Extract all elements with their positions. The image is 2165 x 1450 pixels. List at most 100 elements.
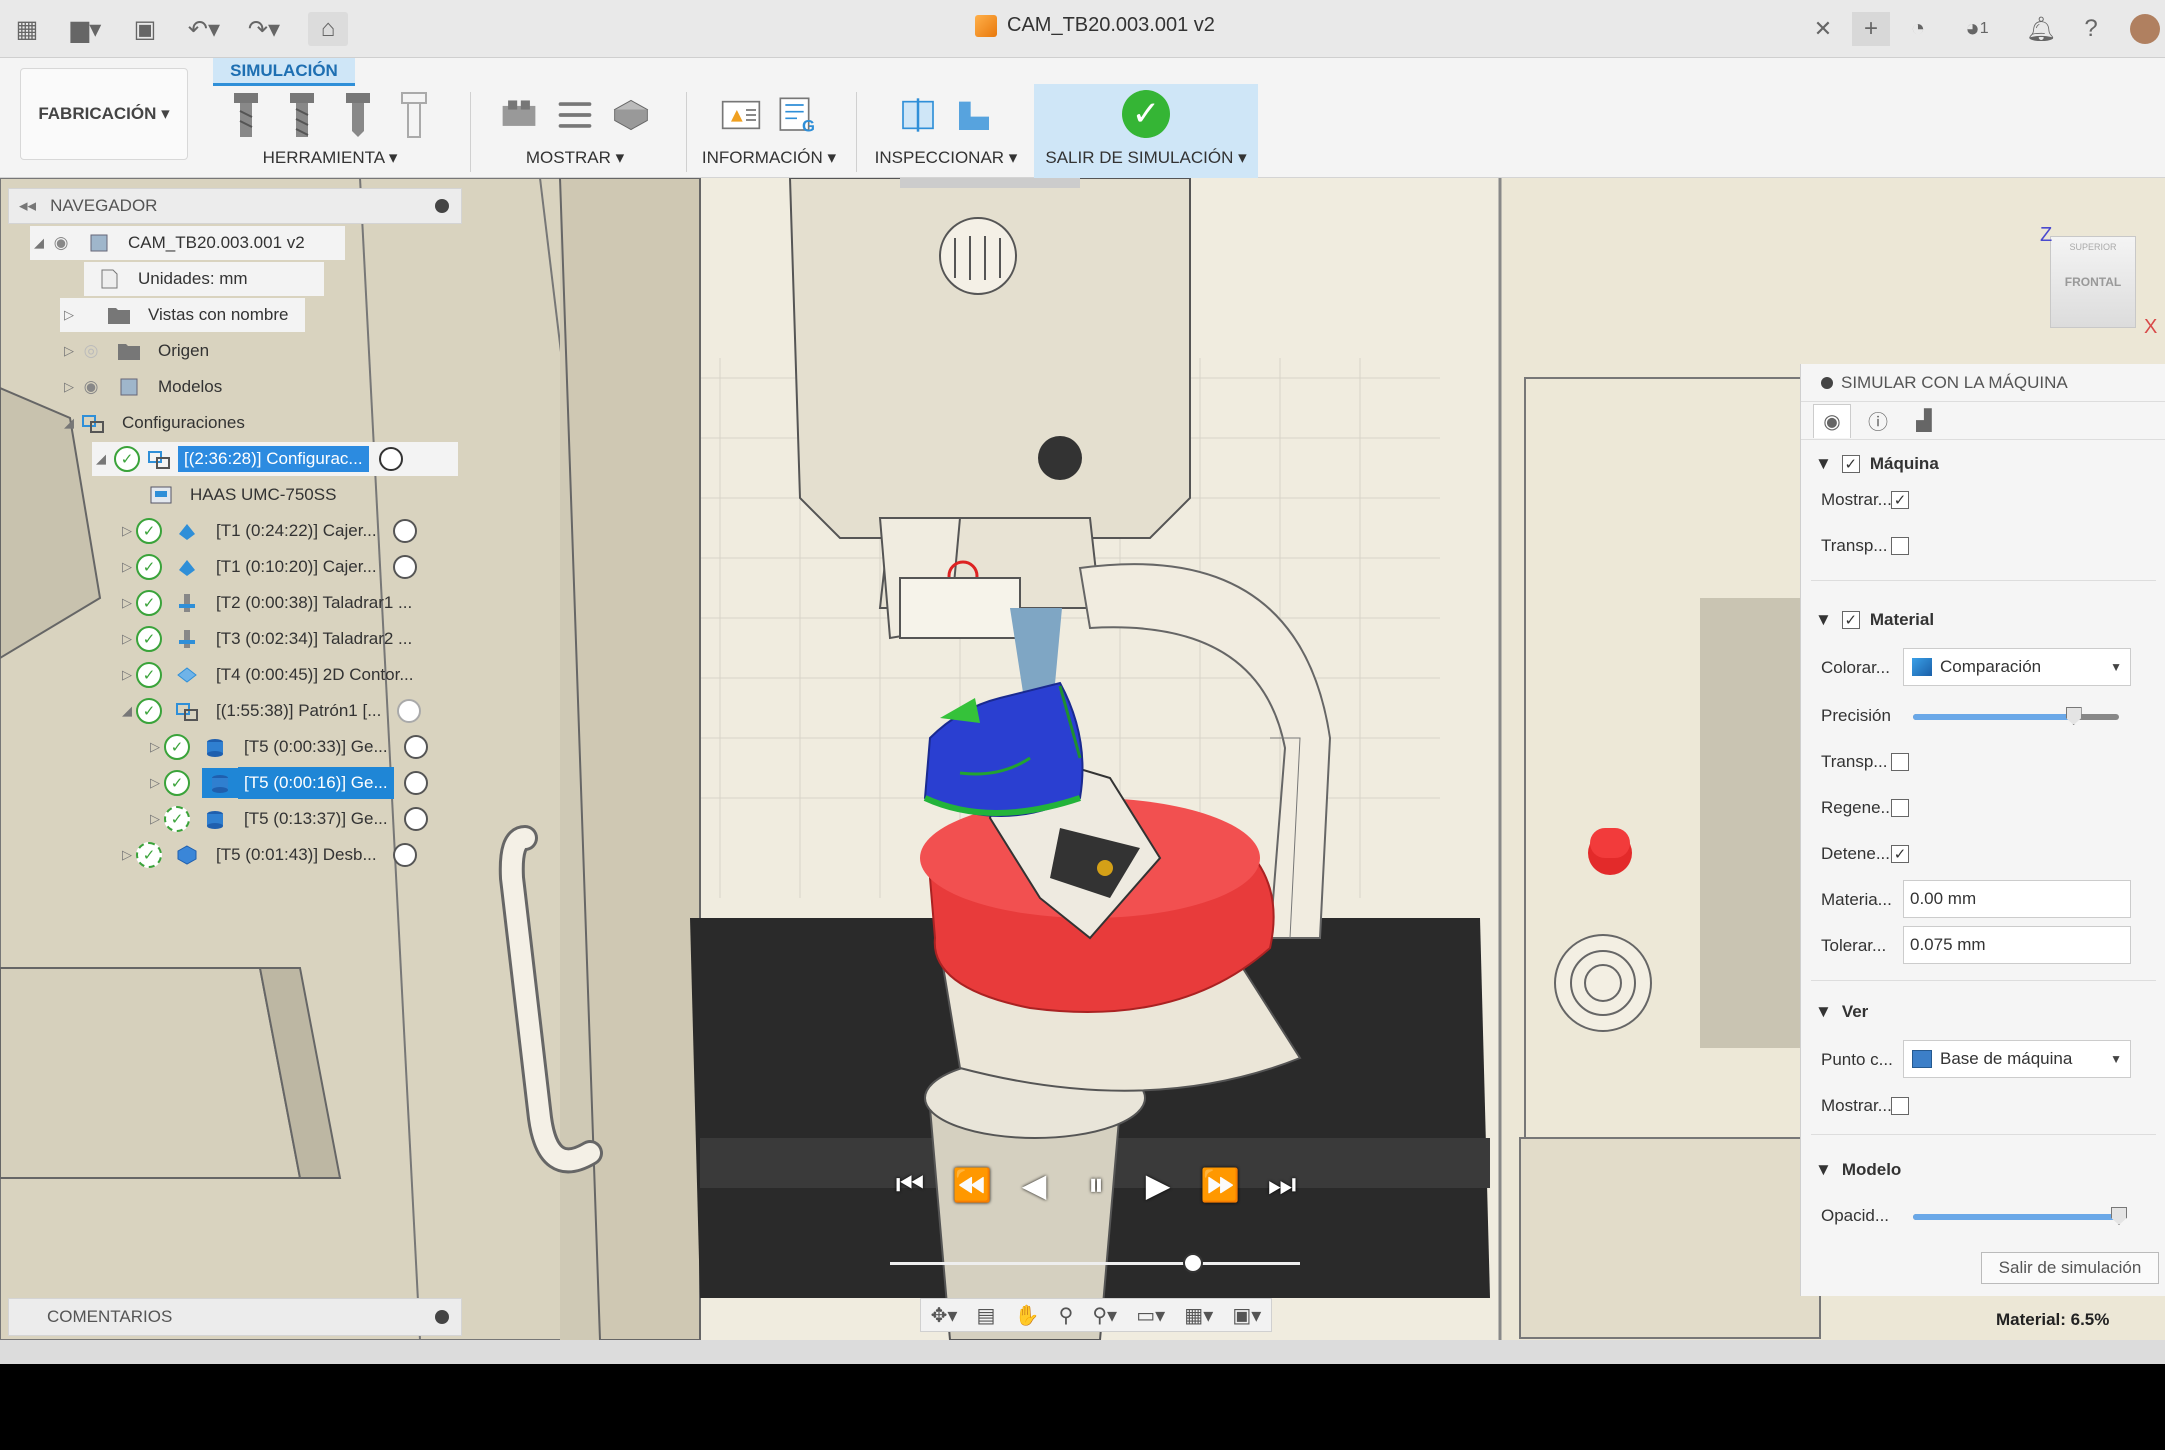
comments-pin-icon[interactable] (435, 1310, 449, 1324)
expand-triangle-icon[interactable]: ▷ (118, 595, 136, 611)
machine-show-checkbox[interactable]: ✓ (1891, 491, 1909, 509)
tool-3-icon[interactable] (338, 91, 378, 139)
material-color-select[interactable]: Comparación ▼ (1903, 648, 2131, 686)
step-forward-icon[interactable]: ⏩ (1200, 1166, 1240, 1204)
precision-slider-thumb[interactable] (2065, 707, 2082, 725)
tree-item-units[interactable]: Unidades: mm (84, 262, 324, 296)
gcode-info-icon[interactable]: G (777, 91, 817, 139)
look-at-icon[interactable]: ▤ (977, 1303, 996, 1328)
job-status-icon[interactable]: ◕ 1 (1952, 12, 2002, 46)
apps-grid-icon[interactable]: ▦ (12, 12, 42, 46)
group-label-inspeccionar[interactable]: INSPECCIONAR ▾ (866, 148, 1026, 168)
orbit-icon[interactable]: ✥▾ (931, 1303, 958, 1328)
view-point-select[interactable]: Base de máquina ▼ (1903, 1040, 2131, 1078)
tab-display-eye-icon[interactable]: ◉ (1813, 403, 1851, 438)
collapse-triangle-icon[interactable]: ◢ (118, 703, 136, 719)
tool-1-icon[interactable] (226, 91, 266, 139)
panel-pin-icon[interactable] (1821, 376, 1833, 389)
group-label-mostrar[interactable]: MOSTRAR ▾ (480, 148, 670, 168)
expand-triangle-icon[interactable]: ▷ (118, 667, 136, 683)
regenerate-checkbox[interactable] (1891, 799, 1909, 817)
section-model[interactable]: ▼ Modelo (1815, 1160, 1901, 1180)
collapse-panel-icon[interactable]: ◂◂ (19, 196, 36, 216)
tree-item-operation-t5b[interactable]: ▷ ✓ [T5 (0:00:16)] Ge... (146, 766, 454, 800)
save-icon[interactable]: ▣ (130, 12, 160, 46)
tab-statistics-icon[interactable]: ▟ (1905, 404, 1943, 438)
grid-icon[interactable]: ▦▾ (1184, 1303, 1213, 1328)
tree-item-machine[interactable]: HAAS UMC-750SS (148, 478, 358, 512)
view-cube[interactable]: FRONTAL SUPERIOR Z X (2040, 224, 2160, 344)
expand-triangle-icon[interactable]: ▷ (146, 775, 164, 791)
fit-icon[interactable]: ⚲▾ (1092, 1303, 1117, 1328)
tree-item-models[interactable]: ▷ ◉ Modelos (60, 370, 250, 404)
play-reverse-icon[interactable]: ◀ (1014, 1166, 1054, 1204)
tool-4-icon[interactable] (394, 91, 434, 139)
section-machine[interactable]: ▼ ✓ Máquina (1815, 454, 1939, 474)
active-setup-radio-icon[interactable] (378, 447, 403, 471)
step-back-icon[interactable]: ⏪ (952, 1166, 992, 1204)
group-label-herramienta[interactable]: HERRAMIENTA ▾ (210, 148, 450, 168)
visibility-eye-icon[interactable]: ◉ (48, 233, 74, 252)
undo-icon[interactable]: ↶▾ (180, 12, 228, 46)
expand-triangle-icon[interactable]: ▷ (60, 307, 78, 323)
user-avatar[interactable] (2128, 12, 2162, 46)
tree-item-operation-t2[interactable]: ▷ ✓ [T2 (0:00:38)] Taladrar1 ... (118, 586, 454, 620)
display-settings-icon[interactable]: ▭▾ (1136, 1303, 1165, 1328)
tab-simulacion[interactable]: SIMULACIÓN (213, 58, 355, 86)
visibility-eye-icon[interactable]: ◉ (78, 377, 104, 396)
section-material[interactable]: ▼ ✓ Material (1815, 610, 1934, 630)
tree-item-pattern[interactable]: ◢ ✓ [(1:55:38)] Patrón1 [... (118, 694, 454, 728)
viewports-icon[interactable]: ▣▾ (1232, 1303, 1261, 1328)
collapse-triangle-icon[interactable]: ◢ (92, 451, 110, 467)
tree-item-named-views[interactable]: ▷ Vistas con nombre (60, 298, 305, 332)
pin-panel-icon[interactable] (435, 199, 449, 213)
material-offset-field[interactable]: 0.00 mm (1903, 880, 2131, 918)
redo-icon[interactable]: ↷▾ (240, 12, 288, 46)
precision-slider[interactable] (1913, 707, 2119, 725)
comments-panel[interactable]: COMENTARIOS (8, 1298, 462, 1336)
zoom-icon[interactable]: ⚲ (1059, 1303, 1074, 1328)
tree-item-root[interactable]: ◢ ◉ CAM_TB20.003.001 v2 (30, 226, 345, 260)
tolerance-field[interactable]: 0.075 mm (1903, 926, 2131, 964)
stop-on-collision-checkbox[interactable]: ✓ (1891, 845, 1909, 863)
expand-triangle-icon[interactable]: ▷ (118, 523, 136, 539)
machine-show-icon[interactable] (499, 91, 539, 139)
tree-item-operation-t5c[interactable]: ▷ ✓ [T5 (0:13:37)] Ge... (146, 802, 454, 836)
expand-triangle-icon[interactable]: ▷ (118, 631, 136, 647)
opacity-slider[interactable] (1913, 1207, 2127, 1225)
tree-item-operation-t4[interactable]: ▷ ✓ [T4 (0:00:45)] 2D Contor... (118, 658, 454, 692)
stock-show-icon[interactable] (611, 91, 651, 139)
expand-triangle-icon[interactable]: ▷ (146, 739, 164, 755)
tab-info-icon[interactable]: ⓘ (1859, 404, 1897, 438)
extensions-icon[interactable]: ◔ (1902, 12, 1934, 46)
group-label-informacion[interactable]: INFORMACIÓN ▾ (694, 148, 844, 168)
machine-transp-checkbox[interactable] (1891, 537, 1909, 555)
warning-info-icon[interactable] (721, 91, 761, 139)
collapse-triangle-icon[interactable]: ◢ (60, 415, 78, 431)
exit-simulation-button[interactable]: Salir de simulación (1981, 1252, 2159, 1284)
expand-triangle-icon[interactable]: ▷ (118, 559, 136, 575)
tree-item-setup-1[interactable]: ◢ ✓ [(2:36:28)] Configurac... (92, 442, 458, 476)
opacity-slider-thumb[interactable] (2111, 1207, 2127, 1225)
document-tab[interactable]: CAM_TB20.003.001 v2 (975, 14, 1215, 37)
expand-triangle-icon[interactable]: ▷ (118, 847, 136, 863)
tree-item-operation-t5a[interactable]: ▷ ✓ [T5 (0:00:33)] Ge... (146, 730, 454, 764)
tree-item-operation-t1b[interactable]: ▷ ✓ [T1 (0:10:20)] Cajer... (118, 550, 454, 584)
new-tab-icon[interactable]: + (1852, 12, 1890, 46)
simulation-timeline[interactable] (890, 1253, 1300, 1273)
machine-enabled-checkbox[interactable]: ✓ (1841, 455, 1860, 473)
notifications-bell-icon[interactable]: 🔔︎ (2026, 12, 2056, 46)
material-enabled-checkbox[interactable]: ✓ (1841, 611, 1860, 629)
tree-item-operation-t5d[interactable]: ▷ ✓ [T5 (0:01:43)] Desb... (118, 838, 454, 872)
play-icon[interactable]: ▶ (1138, 1166, 1178, 1204)
pan-hand-icon[interactable]: ✋ (1015, 1303, 1040, 1328)
collapse-triangle-icon[interactable]: ◢ (30, 235, 48, 251)
close-tab-icon[interactable]: ✕ (1808, 12, 1838, 46)
tree-item-origin[interactable]: ▷ ◎ Origen (60, 334, 240, 368)
section-analysis-icon[interactable] (898, 91, 938, 139)
tool-2-icon[interactable] (282, 91, 322, 139)
section-view[interactable]: ▼ Ver (1815, 1002, 1868, 1022)
hidden-eye-icon[interactable]: ◎ (78, 341, 104, 360)
help-icon[interactable]: ? (2076, 12, 2106, 46)
skip-to-end-icon[interactable]: ⏭ (1262, 1166, 1302, 1204)
